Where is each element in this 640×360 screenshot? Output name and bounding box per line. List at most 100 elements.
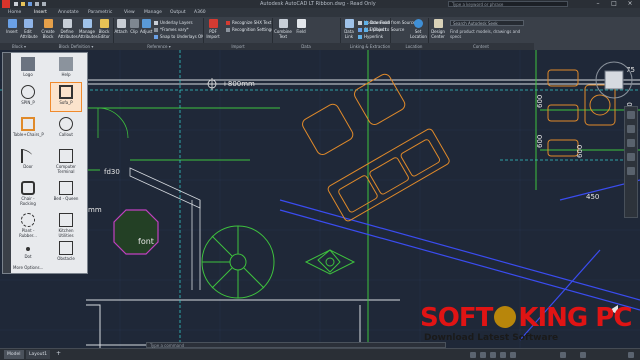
pdf-icon	[208, 19, 218, 28]
panel-label-linking[interactable]: Linking & Extraction	[340, 43, 400, 50]
recognize-shx-item[interactable]: Recognize SHX Text	[226, 20, 271, 25]
redo-icon[interactable]	[42, 2, 46, 6]
palette-item-label: Help	[61, 72, 71, 77]
insert-block-button[interactable]: Insert	[4, 19, 20, 34]
palette-item-chair-rocking[interactable]: Chair - Rocking	[13, 179, 43, 207]
watermark-brand-right: KING PC	[518, 303, 632, 333]
panel-label-block-definition[interactable]: Block Definition ▾	[38, 43, 114, 50]
insert-block-label: Insert	[6, 29, 18, 34]
combine-text-button[interactable]: Combine Text	[274, 19, 292, 39]
steering-wheel-icon[interactable]	[627, 111, 635, 119]
app-menu-icon[interactable]	[2, 0, 10, 8]
tab-model[interactable]: Model	[4, 350, 24, 359]
manage-attributes-button[interactable]: Manage Attributes	[78, 19, 98, 39]
block-editor-button[interactable]: Block Editor	[96, 19, 112, 39]
download-from-source-entry[interactable]: Download from Source	[364, 20, 415, 25]
edit-attribute-button[interactable]: Edit Attribute	[20, 19, 38, 39]
palette-item-label: Door	[23, 164, 33, 169]
adjust-button[interactable]: Adjust	[140, 19, 153, 34]
undo-icon[interactable]	[35, 2, 39, 6]
palette-item-table-chairs[interactable]: Table+Chairs_P	[13, 115, 44, 143]
design-center-button[interactable]: Design Center	[430, 19, 446, 39]
minimize-button[interactable]: –	[590, 0, 606, 8]
snap-underlays-label: Snap to Underlays ON	[160, 34, 205, 39]
tab-layout1[interactable]: Layout1	[26, 350, 51, 359]
ortho-toggle-icon[interactable]	[490, 352, 496, 358]
snap-toggle-icon[interactable]	[480, 352, 486, 358]
hyperlink-item[interactable]: Hyperlink	[358, 34, 383, 39]
tab-manage[interactable]: Manage	[144, 8, 162, 17]
customize-icon[interactable]	[628, 352, 634, 358]
search-input[interactable]: Type a keyword or phrase	[448, 1, 568, 7]
clip-icon	[129, 19, 139, 28]
tab-output[interactable]: Output	[170, 8, 186, 17]
polar-toggle-icon[interactable]	[500, 352, 506, 358]
frames-vary-item[interactable]: *Frames vary*	[154, 27, 189, 32]
add-layout-icon[interactable]: +	[56, 350, 61, 357]
showmotion-icon[interactable]	[627, 167, 635, 175]
palette-item-help[interactable]: Help	[51, 55, 81, 83]
recognition-settings-item[interactable]: Recognition Settings	[226, 27, 273, 32]
zoom-icon[interactable]	[627, 139, 635, 147]
pan-icon[interactable]	[627, 125, 635, 133]
maximize-button[interactable]: □	[606, 0, 622, 8]
palette-item-computer-terminal[interactable]: Computer Terminal	[51, 147, 81, 175]
upload-to-source-entry[interactable]: Upload to Source	[364, 27, 404, 32]
palette-item-logo[interactable]: Logo	[13, 55, 43, 83]
seek-search-input[interactable]: Search Autodesk Seek	[450, 20, 524, 26]
workspace-icon[interactable]	[580, 352, 586, 358]
more-options-link[interactable]: More Options...	[13, 265, 43, 270]
label-fd30: fd30	[104, 168, 120, 176]
quick-access-toolbar[interactable]	[14, 2, 74, 6]
hyperlink-icon	[358, 35, 362, 39]
pdf-import-button[interactable]: PDF Import	[206, 19, 220, 39]
panel-label-location[interactable]: Location	[400, 43, 428, 50]
palette-item-door[interactable]: Door	[13, 147, 43, 175]
field-button[interactable]: Field	[294, 19, 308, 34]
viewcube[interactable]	[592, 58, 636, 102]
attach-button[interactable]: Attach	[114, 19, 128, 34]
new-icon[interactable]	[14, 2, 18, 6]
grid-toggle-icon[interactable]	[470, 352, 476, 358]
open-icon[interactable]	[21, 2, 25, 6]
define-attributes-button[interactable]: Define Attributes	[58, 19, 78, 39]
panel-label-content[interactable]: Content	[428, 43, 534, 50]
tab-home[interactable]: Home	[8, 8, 21, 17]
palette-item-sofa[interactable]: Sofa_P	[50, 82, 82, 112]
palette-item-plant[interactable]: Plant - Rubber...	[13, 211, 43, 239]
data-link-button[interactable]: Data Link	[342, 19, 356, 39]
tab-annotate[interactable]: Annotate	[58, 8, 79, 17]
palette-item-obstacle[interactable]: Obstacle	[51, 239, 81, 267]
tool-palette[interactable]: Logo Help SPIN_P Sofa_P Table+Chairs_P C…	[2, 52, 88, 274]
pdf-import-label: PDF Import	[206, 29, 220, 39]
underlay-layers-item[interactable]: Underlay Layers	[154, 20, 193, 25]
snap-underlays-item[interactable]: Snap to Underlays ON	[154, 34, 204, 39]
close-button[interactable]: ×	[622, 0, 638, 8]
annotation-scale-icon[interactable]	[560, 352, 566, 358]
palette-item-kitchen[interactable]: Kitchen Utilities	[51, 211, 81, 239]
panel-label-reference[interactable]: Reference ▾	[114, 43, 204, 50]
panel-label-import[interactable]: Import	[204, 43, 272, 50]
panel-label-block[interactable]: Block ▾	[0, 43, 38, 50]
seek-hint: Find product models, drawings and specs	[450, 29, 521, 39]
set-location-button[interactable]: Set Location	[410, 19, 427, 39]
create-block-icon	[43, 19, 53, 28]
panel-label-data[interactable]: Data	[272, 43, 340, 50]
tab-a360[interactable]: A360	[194, 8, 206, 17]
palette-item-spin[interactable]: SPIN_P	[13, 83, 43, 111]
watermark-tagline: Download Latest Software	[424, 333, 559, 343]
clip-button[interactable]: Clip	[128, 19, 140, 34]
cube-face[interactable]	[604, 70, 624, 90]
tab-insert[interactable]: Insert	[34, 8, 47, 17]
orbit-icon[interactable]	[627, 153, 635, 161]
save-icon[interactable]	[28, 2, 32, 6]
palette-title-strip[interactable]	[3, 53, 11, 273]
create-block-button[interactable]: Create Block	[40, 19, 56, 39]
palette-item-callout[interactable]: Callout	[51, 115, 81, 143]
palette-item-bed-queen[interactable]: Bed - Queen	[51, 179, 81, 207]
osnap-toggle-icon[interactable]	[510, 352, 516, 358]
palette-item-dot[interactable]: Dot	[13, 239, 43, 267]
manage-attributes-label: Manage Attributes	[78, 29, 98, 39]
tab-parametric[interactable]: Parametric	[88, 8, 112, 17]
tab-view[interactable]: View	[124, 8, 135, 17]
